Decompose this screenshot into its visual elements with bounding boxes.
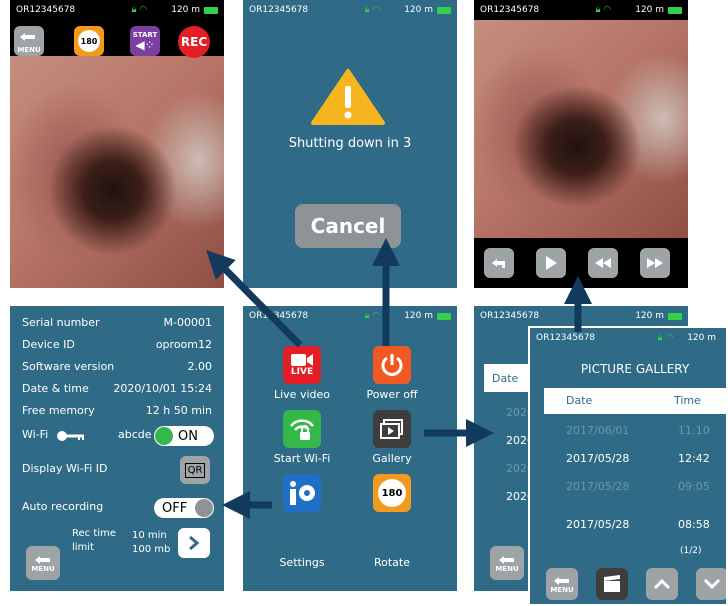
arrow-to-live-video bbox=[206, 250, 303, 348]
flow-arrows bbox=[206, 238, 592, 519]
